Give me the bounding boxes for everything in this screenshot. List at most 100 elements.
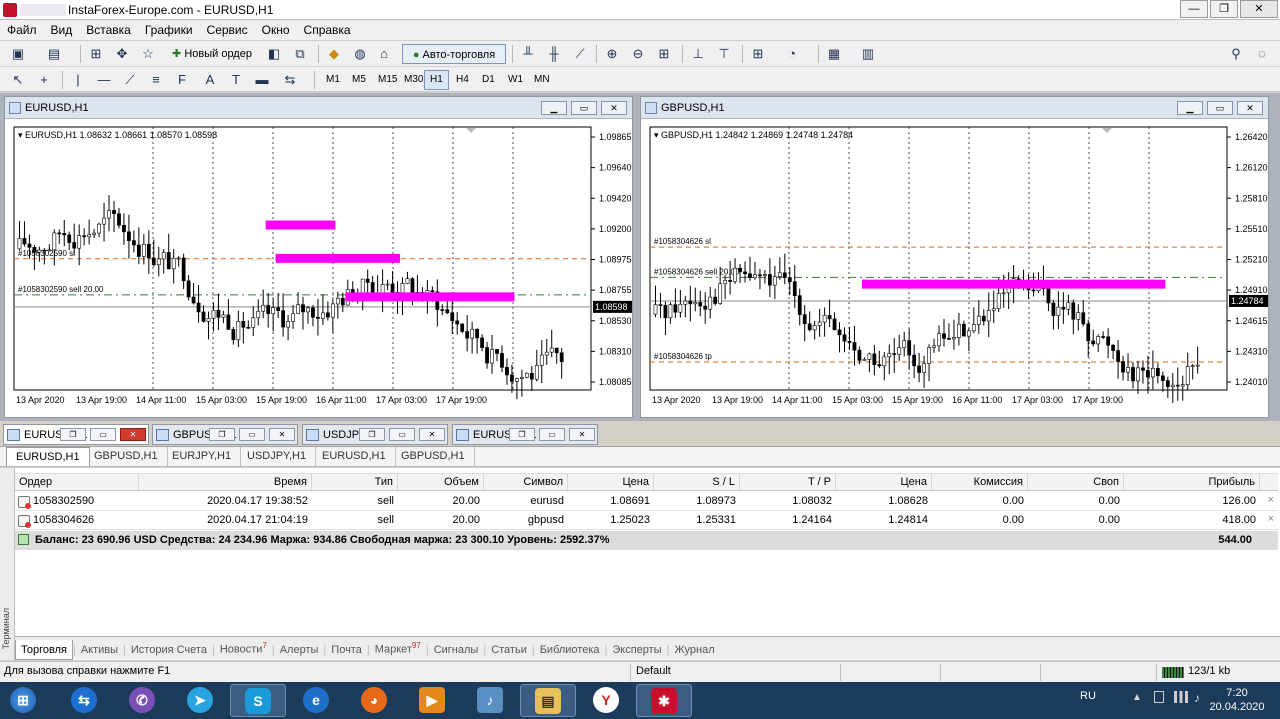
new-order-button[interactable]: ✚ Новый ордер <box>164 44 260 64</box>
rectangle-icon[interactable]: ▬ <box>252 70 272 90</box>
autoscroll-icon[interactable]: ⊥ <box>688 44 708 64</box>
chart-window-eurusd[interactable]: EURUSD,H1 ▁ ▭ ✕ 13 Apr 2020 13 Apr 19:00 1… <box>4 96 633 418</box>
chart-minimize-button[interactable]: ▁ <box>541 101 567 115</box>
vps-icon[interactable]: ⌂ <box>374 44 394 64</box>
chart-close-button[interactable]: ✕ <box>1237 101 1263 115</box>
chart-close-button[interactable]: ✕ <box>601 101 627 115</box>
tab-restore-button[interactable]: ❐ <box>60 428 86 441</box>
terminal-tab[interactable]: Алерты <box>275 640 324 659</box>
indicators-icon[interactable]: ⊞ <box>748 44 768 64</box>
explorer-icon[interactable]: ▤ <box>520 684 576 717</box>
column-header[interactable]: Цена <box>836 474 932 492</box>
chat-icon[interactable]: ◍ <box>350 44 370 64</box>
menu-tools[interactable]: Сервис <box>200 20 255 40</box>
horizontal-line-icon[interactable]: — <box>94 70 114 90</box>
navigator-icon[interactable]: ✥ <box>112 44 132 64</box>
window-tab[interactable]: EURUSD,H1 ❐ ▭ ✕ <box>452 424 598 445</box>
fibonacci-icon[interactable]: F <box>172 70 192 90</box>
arrows-icon[interactable]: ⇆ <box>280 70 300 90</box>
window-tab[interactable]: USDJPY,H1 ❐ ▭ ✕ <box>302 424 448 445</box>
table-row[interactable]: 1058304626 2020.04.17 21:04:19 sell 20.00 gb… <box>15 512 1278 530</box>
tray-arrow-icon[interactable]: ▲ <box>1132 692 1142 703</box>
favorites-icon[interactable]: ☆ <box>138 44 158 64</box>
column-header[interactable]: Время <box>139 474 312 492</box>
minimize-button[interactable]: — <box>1180 0 1208 18</box>
tab-maximize-button[interactable]: ▭ <box>389 428 415 441</box>
terminal-tab[interactable]: Журнал <box>669 640 719 659</box>
autotrading-button[interactable]: ● Авто-торговля <box>402 44 506 64</box>
menu-window[interactable]: Окно <box>255 20 297 40</box>
new-chart-icon[interactable]: ▣ <box>8 44 28 64</box>
profiles-icon[interactable]: ▤ <box>44 44 64 64</box>
window-tab[interactable]: EURUSD,H1 ❐ ▭ ✕ <box>3 424 149 445</box>
timeframe-h4[interactable]: H4 <box>450 70 475 90</box>
timeframe-w1[interactable]: W1 <box>502 70 529 90</box>
network-icon[interactable] <box>1174 691 1188 703</box>
symbol-tab[interactable]: GBPUSD,H1 <box>85 447 168 466</box>
column-header[interactable]: Своп <box>1028 474 1124 492</box>
label-icon[interactable]: T <box>226 70 246 90</box>
terminal-tab[interactable]: Торговля <box>15 639 73 660</box>
candle-chart-icon[interactable]: ╫ <box>544 44 564 64</box>
eurusd-chart[interactable]: 13 Apr 2020 13 Apr 19:00 14 Apr 11:00 15 Ap… <box>5 119 632 417</box>
media-player-icon[interactable]: ▶ <box>404 684 460 717</box>
tile-windows-icon[interactable]: ⊞ <box>654 44 674 64</box>
terminal-tab[interactable]: Активы <box>76 640 123 659</box>
volume-app-icon[interactable]: ♪ <box>462 684 518 717</box>
chat-bubble-icon[interactable]: ◌ <box>1252 44 1272 64</box>
volume-icon[interactable]: ♪ <box>1194 691 1200 705</box>
tab-close-button[interactable]: ✕ <box>419 428 445 441</box>
signals-icon[interactable]: ◆ <box>324 44 344 64</box>
timeframe-mn[interactable]: MN <box>528 70 556 90</box>
terminal-tab[interactable]: Статьи <box>486 640 532 659</box>
symbol-tab[interactable]: EURJPY,H1 <box>163 447 242 466</box>
close-order-icon[interactable]: × <box>1268 513 1274 525</box>
symbol-tab[interactable]: EURUSD,H1 <box>313 447 396 466</box>
chart-minimize-button[interactable]: ▁ <box>1177 101 1203 115</box>
firefox-icon[interactable]: ◕ <box>346 684 402 717</box>
symbol-tab[interactable]: USDJPY,H1 <box>238 447 317 466</box>
timeframe-m5[interactable]: M5 <box>346 70 372 90</box>
column-header[interactable]: Прибыль <box>1124 474 1260 492</box>
chart-maximize-button[interactable]: ▭ <box>1207 101 1233 115</box>
tab-close-button[interactable]: ✕ <box>269 428 295 441</box>
trendline-icon[interactable]: ⟋ <box>120 70 140 90</box>
symbol-tab[interactable]: GBPUSD,H1 <box>392 447 475 466</box>
terminal-tab[interactable]: Сигналы <box>429 640 484 659</box>
terminal-tab[interactable]: История Счета <box>126 640 212 659</box>
bar-chart-icon[interactable]: ╨ <box>518 44 538 64</box>
terminal-tab[interactable]: Новости7 <box>215 637 272 659</box>
menu-help[interactable]: Справка <box>297 20 358 40</box>
maximize-button[interactable]: ❐ <box>1210 0 1238 18</box>
internet-explorer-icon[interactable]: e <box>288 684 344 717</box>
timeframe-h1[interactable]: H1 <box>424 70 449 90</box>
close-order-icon[interactable]: × <box>1268 494 1274 506</box>
tab-maximize-button[interactable]: ▭ <box>539 428 565 441</box>
chart-shift-icon[interactable]: ⊤ <box>714 44 734 64</box>
instaforex-terminal-icon[interactable]: ✱ <box>636 684 692 717</box>
telegram-icon[interactable]: ➤ <box>172 684 228 717</box>
zoom-out-icon[interactable]: ⊖ <box>628 44 648 64</box>
line-chart-icon[interactable]: ⟋ <box>570 44 590 64</box>
market-watch-icon[interactable]: ⊞ <box>86 44 106 64</box>
clock[interactable]: 7:20 20.04.2020 <box>1207 686 1267 714</box>
terminal-tab[interactable]: Почта <box>326 640 367 659</box>
search-icon[interactable]: ⚲ <box>1226 44 1246 64</box>
table-row[interactable]: 1058302590 2020.04.17 19:38:52 sell 20.00 eu… <box>15 493 1278 511</box>
menu-view[interactable]: Вид <box>44 20 80 40</box>
timeframe-d1[interactable]: D1 <box>476 70 501 90</box>
timeframe-m1[interactable]: M1 <box>320 70 346 90</box>
column-header[interactable]: Цена <box>568 474 654 492</box>
gbpusd-chart[interactable]: 13 Apr 2020 13 Apr 19:00 14 Apr 11:00 15 Ap… <box>641 119 1268 417</box>
screenshot-icon[interactable]: ▥ <box>858 44 878 64</box>
menu-charts[interactable]: Графики <box>138 20 200 40</box>
symbol-tab[interactable]: EURUSD,H1 <box>6 447 90 466</box>
window-tab[interactable]: GBPUSD,H1 ❐ ▭ ✕ <box>152 424 298 445</box>
tab-close-button[interactable]: ✕ <box>569 428 595 441</box>
tab-restore-button[interactable]: ❐ <box>359 428 385 441</box>
crosshair-icon[interactable]: + <box>34 70 54 90</box>
column-header[interactable]: Комиссия <box>932 474 1028 492</box>
menu-insert[interactable]: Вставка <box>79 20 138 40</box>
channel-icon[interactable]: ≡ <box>146 70 166 90</box>
terminal-tab[interactable]: Библиотека <box>535 640 605 659</box>
